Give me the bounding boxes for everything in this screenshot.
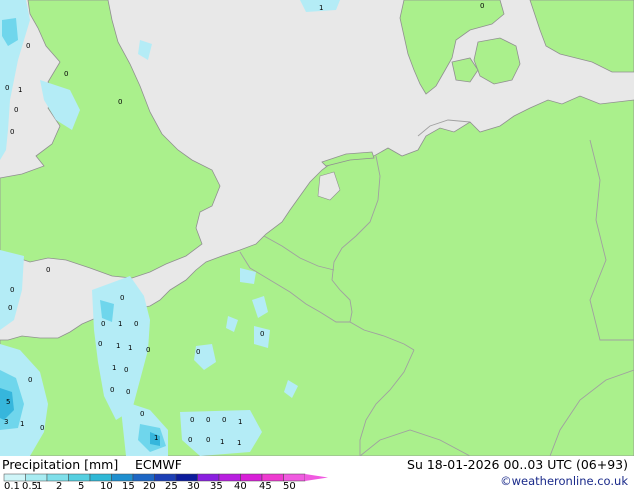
scale-swatch	[111, 473, 134, 482]
scale-tick-label: 25	[165, 481, 178, 490]
scale-tick-label: 15	[122, 481, 135, 490]
amount-label: 0	[10, 128, 14, 136]
amount-label: 1	[20, 420, 24, 428]
amount-label: 0	[101, 320, 105, 328]
color-scale-legend: 0.1 0.51 2 5 10 15 20 25 30 35 40 45 50	[3, 473, 328, 490]
model-name: ECMWF	[135, 457, 182, 472]
scale-swatch	[132, 473, 155, 482]
product-title: Precipitation [mm]	[2, 457, 119, 472]
scale-tick-label: 5	[78, 481, 84, 490]
amount-label: 1	[112, 364, 116, 372]
amount-label: 0	[146, 346, 150, 354]
scale-tick-label: 0.1	[4, 481, 20, 490]
scale-tick-label: 10	[100, 481, 113, 490]
amount-label: 0	[260, 330, 264, 338]
amount-label: 0	[8, 304, 12, 312]
amount-label: 1	[116, 342, 120, 350]
scale-tick-label: 2	[56, 481, 62, 490]
amount-label: 0	[126, 388, 130, 396]
amount-label: 0	[124, 366, 128, 374]
amount-label: 1	[319, 4, 323, 12]
amount-label: 0	[28, 376, 32, 384]
amount-label: 0	[190, 416, 194, 424]
scale-swatch	[261, 473, 284, 482]
amount-label: 0	[480, 2, 484, 10]
scale-swatch	[89, 473, 112, 482]
amount-label: 5	[6, 398, 10, 406]
amount-label: 1	[220, 438, 224, 446]
amount-label: 3	[4, 418, 8, 426]
scale-swatch	[218, 473, 241, 482]
amount-label: 0	[206, 436, 210, 444]
amount-label: 0	[10, 286, 14, 294]
scale-swatch	[25, 473, 48, 482]
amount-label: 0	[40, 424, 44, 432]
scale-swatch	[3, 473, 26, 482]
credit-link[interactable]: ©weatheronline.co.uk	[500, 474, 628, 488]
scale-tick-label: 20	[143, 481, 156, 490]
scale-tick-label: 45	[259, 481, 272, 490]
scale-swatch	[283, 473, 306, 482]
amount-label: 0	[206, 416, 210, 424]
scale-tick-label: 35	[210, 481, 223, 490]
scale-tick-label: 50	[283, 481, 296, 490]
amount-label: 1	[237, 439, 241, 447]
valid-datetime: Su 18-01-2026 00..03 UTC (06+93)	[407, 457, 628, 472]
amount-label: 1	[238, 418, 242, 426]
scale-tick-label: 30	[187, 481, 200, 490]
amount-label: 0	[140, 410, 144, 418]
amount-label: 0	[222, 416, 226, 424]
scale-swatch	[68, 473, 91, 482]
scale-arrow	[305, 474, 328, 481]
amount-label: 0	[46, 266, 50, 274]
amount-label: 0	[64, 70, 68, 78]
scale-tick-label: 40	[234, 481, 247, 490]
scale-swatch	[175, 473, 198, 482]
scale-swatch	[46, 473, 69, 482]
amount-label: 0	[110, 386, 114, 394]
scale-tick-label: 1	[36, 481, 42, 490]
scale-swatch	[240, 473, 263, 482]
amount-label: 1	[18, 86, 22, 94]
amount-label: 0	[134, 320, 138, 328]
scale-swatch	[197, 473, 220, 482]
amount-label: 0	[26, 42, 30, 50]
amount-label: 0	[98, 340, 102, 348]
amount-label: 0	[196, 348, 200, 356]
amount-label: 0	[118, 98, 122, 106]
amount-label: 1	[128, 344, 132, 352]
amount-label: 0	[120, 294, 124, 302]
scale-swatch	[154, 473, 177, 482]
precipitation-map[interactable]: 1 0 0 0 0 1 0 0 0 0 0 0 1 0 0 1 0 0 1 0 …	[0, 0, 634, 456]
map-footer: Precipitation [mm] ECMWF Su 18-01-2026 0…	[0, 456, 634, 490]
amount-label: 1	[118, 320, 122, 328]
amount-label: 0	[188, 436, 192, 444]
amount-label: 1	[154, 434, 158, 442]
amount-label: 0	[14, 106, 18, 114]
amount-label: 0	[5, 84, 9, 92]
